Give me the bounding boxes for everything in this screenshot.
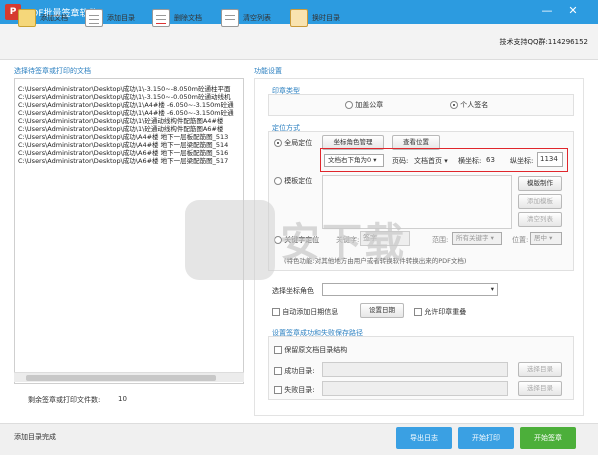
list-item[interactable]: C:\Users\Administrator\Desktop\成功\A6#楼 地… [18, 155, 228, 165]
start-print-button[interactable]: 开始打印 [458, 427, 514, 449]
horizontal-scrollbar[interactable] [14, 372, 244, 382]
auto-date-checkbox[interactable]: 自动添加日期信息 [272, 307, 338, 317]
watermark-text: 安下载 [280, 220, 406, 266]
set-date-button[interactable]: 设置日期 [360, 303, 404, 318]
status-text: 添加目录完成 [14, 433, 56, 441]
keep-structure-checkbox[interactable]: 保留原文档目录结构 [274, 345, 347, 355]
document-delete-icon [152, 9, 170, 27]
place-select[interactable]: 居中 ▾ [530, 232, 562, 245]
radio-company-seal-label: 加盖公章 [355, 101, 384, 109]
coord-role-select[interactable]: ▾ [322, 283, 498, 296]
template-make-button[interactable]: 模版制作 [518, 176, 562, 191]
add-dir2-button[interactable]: 换时目录 [290, 6, 340, 30]
place-label: 位置: [512, 236, 529, 244]
allow-overlap-checkbox[interactable]: 允许印章重叠 [414, 307, 466, 317]
radio-full-position-label: 全局定位 [284, 139, 313, 147]
watermark-shield-icon [185, 200, 275, 280]
keep-structure-label: 保留原文档目录结构 [284, 346, 348, 354]
radio-company-seal[interactable]: 加盖公章 [345, 100, 383, 110]
success-dir-input[interactable] [322, 362, 508, 377]
radio-template-position-label: 模板定位 [284, 177, 313, 185]
support-info: 技术支持QQ群:114296152 [499, 38, 588, 46]
radio-template-position[interactable]: 模板定位 [274, 176, 312, 186]
clear-list-button[interactable]: 清空列表 [221, 6, 271, 30]
clear-list-icon [221, 9, 239, 27]
left-panel-title: 选择待签章或打印的文档 [14, 67, 91, 75]
highlight-box [320, 148, 568, 172]
range-select[interactable]: 所有关键字 ▾ [452, 232, 502, 245]
add-dir-button[interactable]: 添加目录 [85, 6, 135, 30]
place-select-value: 居中 [534, 234, 547, 242]
export-log-button[interactable]: 导出日志 [396, 427, 452, 449]
delete-file-label: 删除文档 [174, 14, 202, 22]
right-panel-title: 功能设置 [254, 67, 282, 75]
success-dir-checkbox[interactable]: 成功目录: [274, 366, 315, 376]
document-add-icon [85, 9, 103, 27]
template-add-button[interactable]: 添加模板 [518, 194, 562, 209]
remaining-count: 10 [118, 395, 127, 403]
add-dir2-label: 换时目录 [312, 14, 340, 22]
fail-dir-input[interactable] [322, 381, 508, 396]
remaining-label: 剩余签章或打印文件数: [28, 396, 101, 404]
close-icon[interactable]: ✕ [566, 4, 580, 18]
success-dir-label: 成功目录: [284, 367, 315, 375]
calendar-icon [290, 9, 308, 27]
fail-dir-label: 失败目录: [284, 386, 315, 394]
choose-success-dir-button[interactable]: 选择目录 [518, 362, 562, 377]
auto-date-label: 自动添加日期信息 [282, 308, 339, 316]
minimize-icon[interactable]: — [540, 4, 554, 18]
radio-full-position[interactable]: 全局定位 [274, 138, 312, 148]
template-clear-button[interactable]: 清空列表 [518, 212, 562, 227]
radio-personal-sign-label: 个人签名 [460, 101, 489, 109]
stamp-type-section [268, 94, 574, 116]
coord-role-label: 选择坐标角色 [272, 287, 314, 295]
fail-dir-checkbox[interactable]: 失败目录: [274, 385, 315, 395]
folder-add-icon [18, 9, 36, 27]
range-select-value: 所有关键字 [456, 234, 489, 242]
radio-personal-sign[interactable]: 个人签名 [450, 100, 488, 110]
start-sign-button[interactable]: 开始签章 [520, 427, 576, 449]
allow-overlap-label: 允许印章重叠 [424, 308, 467, 316]
add-file-button[interactable]: 添加文档 [18, 6, 68, 30]
range-label: 范围: [432, 236, 449, 244]
clear-list-label: 清空列表 [243, 14, 271, 22]
choose-fail-dir-button[interactable]: 选择目录 [518, 381, 562, 396]
delete-file-button[interactable]: 删除文档 [152, 6, 202, 30]
add-dir-label: 添加目录 [107, 14, 135, 22]
add-file-label: 添加文档 [40, 14, 68, 22]
